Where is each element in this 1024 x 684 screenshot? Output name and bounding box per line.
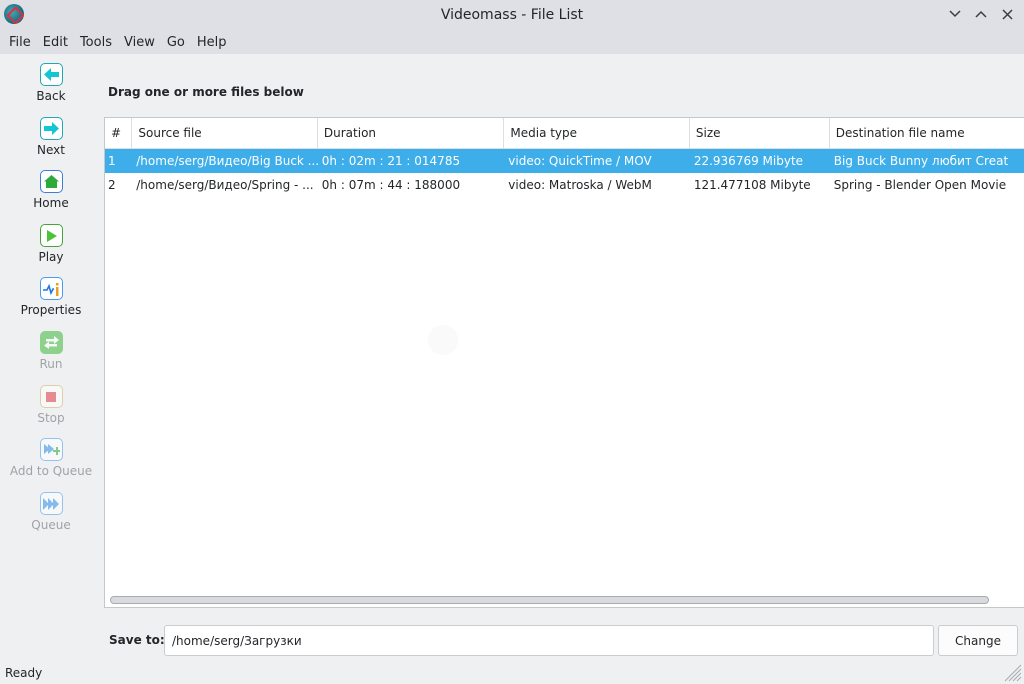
cell-duration: 0h : 02m : 21 : 014785 (321, 154, 461, 168)
cell-size: 22.936769 Mibyte (693, 154, 804, 168)
chevron-up-icon (975, 10, 987, 18)
column-header-source[interactable]: Source file (132, 118, 318, 149)
back-button[interactable]: Back (0, 63, 102, 115)
close-button[interactable] (998, 5, 1016, 23)
cell-number: 2 (108, 178, 116, 192)
queue-icon (39, 492, 63, 515)
add-to-queue-icon (39, 438, 63, 461)
title-bar: Videomass - File List (0, 0, 1024, 30)
info-icon (39, 277, 63, 300)
window-title: Videomass - File List (440, 7, 584, 23)
app-logo-icon (4, 4, 24, 24)
window-controls (946, 5, 1016, 23)
column-header-duration[interactable]: Duration (318, 118, 505, 149)
save-to-label: Save to: (109, 633, 165, 647)
column-header-media-type[interactable]: Media type (504, 118, 690, 149)
play-icon (39, 224, 63, 247)
table-header: # Source file Duration Media type Size D… (105, 118, 1024, 149)
queue-label: Queue (31, 518, 71, 532)
play-button[interactable]: Play (0, 224, 102, 276)
next-label: Next (37, 143, 65, 157)
arrow-left-icon (39, 63, 63, 86)
stop-label: Stop (37, 411, 65, 425)
cell-destination: Big Buck Bunny любит Creat (833, 154, 1009, 168)
cell-duration: 0h : 07m : 44 : 188000 (321, 178, 461, 192)
cell-media-type: video: QuickTime / MOV (508, 154, 652, 168)
menu-edit[interactable]: Edit (37, 35, 74, 50)
cell-destination: Spring - Blender Open Movie (833, 178, 1007, 192)
cell-number: 1 (108, 154, 116, 168)
menu-bar: File Edit Tools View Go Help (0, 30, 1024, 54)
add-to-queue-button[interactable]: Add to Queue (0, 438, 102, 490)
menu-file[interactable]: File (3, 35, 37, 50)
cell-media-type: video: Matroska / WebM (508, 178, 652, 192)
play-label: Play (38, 250, 64, 264)
chevron-down-icon (949, 10, 961, 18)
sidebar-toolbar: Back Next Home Play Properties Run Stop … (0, 55, 102, 655)
home-button[interactable]: Home (0, 170, 102, 222)
queue-button[interactable]: Queue (0, 492, 102, 544)
save-to-path-input[interactable] (164, 625, 934, 656)
menu-view[interactable]: View (118, 35, 161, 50)
drop-instructions: Drag one or more files below (108, 85, 304, 99)
resize-grip-icon[interactable] (1004, 664, 1022, 682)
menu-tools[interactable]: Tools (74, 35, 118, 50)
close-icon (1001, 8, 1013, 20)
home-icon (39, 170, 63, 193)
back-label: Back (36, 89, 66, 103)
table-row[interactable]: 1 /home/serg/Видео/Big Buck ... 0h : 02m… (105, 149, 1024, 173)
cell-size: 121.477108 Mibyte (693, 178, 811, 192)
swap-arrows-icon (39, 331, 63, 354)
next-button[interactable]: Next (0, 117, 102, 169)
column-header-number[interactable]: # (105, 118, 133, 149)
home-label: Home (33, 196, 69, 210)
run-button[interactable]: Run (0, 331, 102, 383)
run-label: Run (39, 357, 63, 371)
horizontal-scrollbar[interactable] (110, 596, 989, 604)
column-header-size[interactable]: Size (690, 118, 830, 149)
file-list-table[interactable]: # Source file Duration Media type Size D… (104, 117, 1024, 608)
properties-label: Properties (20, 303, 82, 317)
stop-icon (39, 385, 63, 408)
arrow-right-icon (39, 117, 63, 140)
loading-indicator (428, 325, 458, 355)
column-header-destination[interactable]: Destination file name (830, 118, 1024, 149)
minimize-button[interactable] (946, 5, 964, 23)
menu-go[interactable]: Go (161, 35, 191, 50)
maximize-button[interactable] (972, 5, 990, 23)
properties-button[interactable]: Properties (0, 277, 102, 329)
cell-source: /home/serg/Видео/Big Buck ... (136, 154, 318, 168)
menu-help[interactable]: Help (191, 35, 233, 50)
status-text: Ready (5, 666, 43, 680)
change-button[interactable]: Change (938, 625, 1018, 656)
table-row[interactable]: 2 /home/serg/Видео/Spring - ... 0h : 07m… (105, 173, 1024, 197)
add-to-queue-label: Add to Queue (9, 464, 93, 478)
stop-button[interactable]: Stop (0, 385, 102, 437)
cell-source: /home/serg/Видео/Spring - ... (136, 178, 314, 192)
